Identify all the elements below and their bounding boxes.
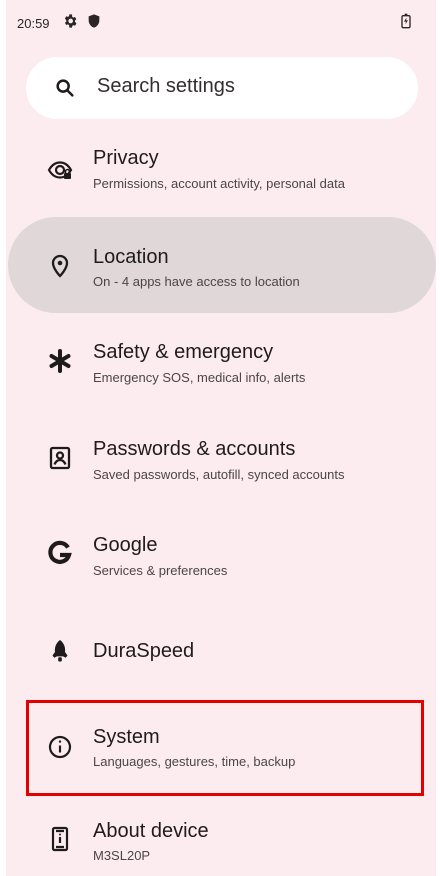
- settings-item-subtitle-about-device: M3SL20P: [93, 848, 151, 863]
- phone-info-icon: [46, 825, 74, 853]
- search-placeholder: Search settings: [97, 75, 235, 97]
- search-bar[interactable]: Search settings: [26, 57, 418, 119]
- settings-item-title-duraspeed: DuraSpeed: [93, 640, 195, 662]
- gear-icon: [62, 13, 78, 29]
- settings-item-subtitle-safety: Emergency SOS, medical info, alerts: [93, 370, 306, 385]
- settings-item-title-location: Location: [93, 246, 169, 268]
- settings-screen: 20:59 Search settings Privacy Permission…: [6, 0, 436, 876]
- settings-item-privacy[interactable]: Privacy Permissions, account activity, p…: [6, 120, 436, 216]
- account-box-icon: [46, 444, 74, 472]
- battery-icon: [398, 13, 414, 29]
- location-pin-icon: [46, 251, 74, 279]
- settings-item-safety[interactable]: Safety & emergency Emergency SOS, medica…: [6, 314, 436, 410]
- settings-item-title-google: Google: [93, 534, 158, 556]
- settings-item-subtitle-google: Services & preferences: [93, 563, 228, 578]
- asterisk-icon: [46, 347, 74, 375]
- status-time: 20:59: [17, 16, 50, 31]
- rocket-icon: [46, 637, 74, 665]
- status-bar: 20:59: [6, 0, 436, 44]
- settings-item-subtitle-location: On - 4 apps have access to location: [93, 274, 300, 289]
- settings-item-title-about-device: About device: [93, 820, 209, 842]
- settings-item-subtitle-system: Languages, gestures, time, backup: [93, 754, 296, 769]
- settings-item-google[interactable]: Google Services & preferences: [6, 508, 436, 604]
- google-g-icon: [46, 539, 74, 567]
- settings-item-title-privacy: Privacy: [93, 147, 159, 169]
- settings-item-duraspeed[interactable]: DuraSpeed: [6, 603, 436, 699]
- settings-item-title-safety: Safety & emergency: [93, 341, 274, 363]
- settings-item-title-system: System: [93, 726, 160, 748]
- settings-item-subtitle-privacy: Permissions, account activity, personal …: [93, 176, 345, 191]
- settings-item-system[interactable]: System Languages, gestures, time, backup: [6, 700, 436, 796]
- settings-item-location[interactable]: Location On - 4 apps have access to loca…: [6, 217, 436, 313]
- settings-item-title-passwords: Passwords & accounts: [93, 438, 296, 460]
- settings-item-subtitle-passwords: Saved passwords, autofill, synced accoun…: [93, 467, 345, 482]
- eye-lock-icon: [46, 156, 74, 184]
- settings-item-passwords[interactable]: Passwords & accounts Saved passwords, au…: [6, 411, 436, 507]
- info-icon: [46, 733, 74, 761]
- settings-item-about-device[interactable]: About device M3SL20P: [6, 797, 436, 876]
- shield-icon: [86, 13, 102, 29]
- search-icon: [54, 77, 76, 99]
